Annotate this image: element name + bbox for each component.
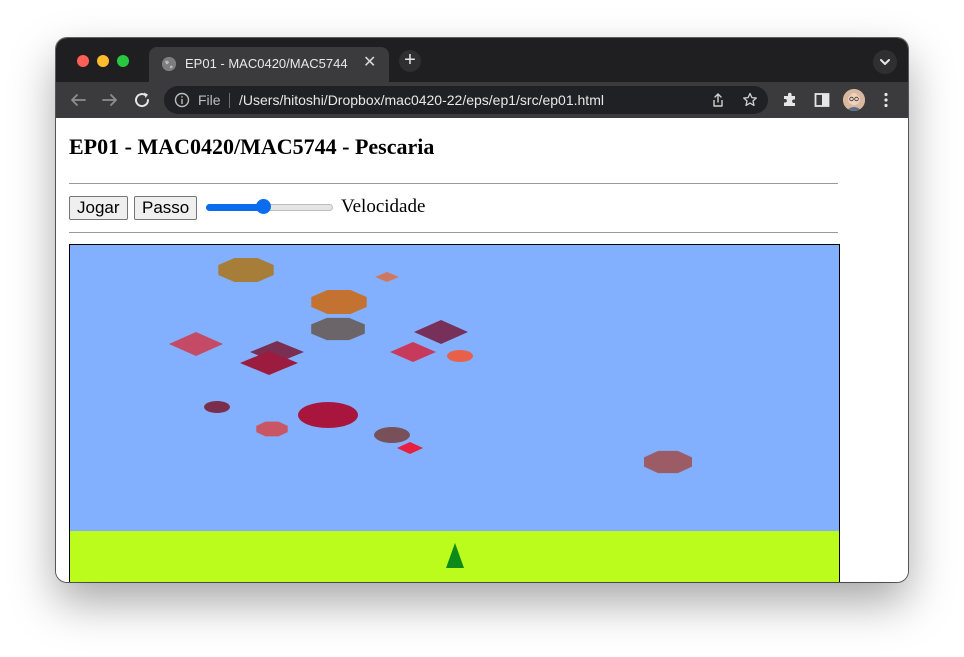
fish-octagon	[311, 317, 365, 341]
zoom-window-button[interactable]	[117, 55, 129, 67]
bookmark-star-icon[interactable]	[742, 92, 758, 108]
reload-button[interactable]	[130, 88, 154, 112]
fish-ellipse	[447, 350, 473, 362]
more-menu-icon[interactable]	[876, 90, 896, 110]
speed-slider-fill	[206, 204, 264, 211]
minimize-window-button[interactable]	[97, 55, 109, 67]
fish-octagon	[256, 421, 288, 437]
speed-label: Velocidade	[341, 196, 426, 217]
side-panel-icon[interactable]	[812, 90, 832, 110]
reload-icon	[135, 92, 150, 108]
browser-tab[interactable]: EP01 - MAC0420/MAC5744 ✕	[149, 47, 389, 82]
fish-octagon	[644, 450, 692, 474]
url-text[interactable]: /Users/hitoshi/Dropbox/mac0420-22/eps/ep…	[239, 92, 604, 108]
browser-window: EP01 - MAC0420/MAC5744 ✕ + File /Users/h…	[56, 38, 908, 582]
speed-slider-thumb[interactable]	[256, 199, 272, 214]
forward-icon	[102, 94, 117, 106]
close-window-button[interactable]	[77, 55, 89, 67]
fish-ellipse	[374, 427, 410, 443]
tab-title: EP01 - MAC0420/MAC5744	[185, 56, 348, 71]
play-button[interactable]: Jogar	[69, 196, 128, 220]
page-title: EP01 - MAC0420/MAC5744 - Pescaria	[69, 134, 435, 159]
forward-button[interactable]	[98, 88, 122, 112]
back-button[interactable]	[66, 88, 90, 112]
extensions-icon[interactable]	[780, 90, 800, 110]
profile-avatar[interactable]	[843, 89, 865, 111]
address-bar[interactable]: File /Users/hitoshi/Dropbox/mac0420-22/e…	[164, 86, 768, 114]
fish-octagon	[218, 258, 274, 282]
info-icon[interactable]	[174, 92, 190, 108]
browser-toolbar: File /Users/hitoshi/Dropbox/mac0420-22/e…	[56, 82, 908, 118]
divider-top	[69, 183, 838, 184]
scheme-label: File	[198, 92, 221, 108]
title-bar: EP01 - MAC0420/MAC5744 ✕ +	[56, 38, 908, 82]
sky-area	[70, 245, 839, 531]
tab-search-button[interactable]	[873, 50, 897, 74]
tab-close-icon[interactable]: ✕	[363, 53, 376, 73]
fish-ellipse	[204, 401, 230, 413]
share-icon[interactable]	[710, 92, 726, 108]
fish-octagon	[311, 290, 367, 314]
game-scene[interactable]	[70, 245, 839, 582]
address-separator	[229, 93, 230, 108]
chevron-down-icon	[880, 59, 890, 65]
new-tab-button[interactable]: +	[399, 50, 421, 72]
back-icon	[71, 94, 86, 106]
fish-ellipse	[298, 402, 358, 428]
game-canvas[interactable]	[69, 244, 840, 582]
page-content: EP01 - MAC0420/MAC5744 - Pescaria Jogar …	[56, 118, 908, 582]
step-button[interactable]: Passo	[134, 196, 198, 220]
globe-icon	[162, 57, 176, 71]
divider-bottom	[69, 232, 838, 233]
